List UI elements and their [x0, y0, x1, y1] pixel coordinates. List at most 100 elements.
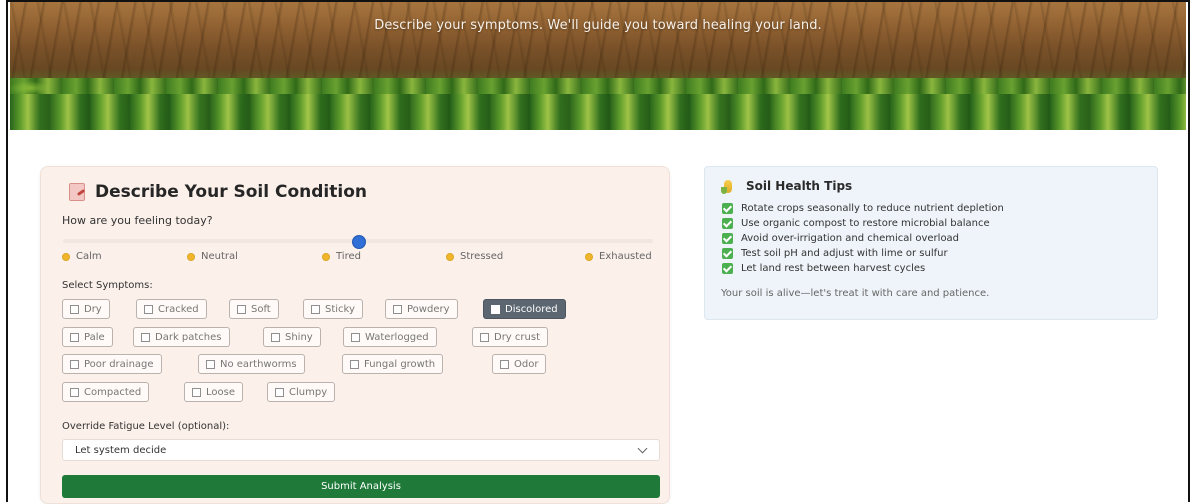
check-icon — [722, 233, 733, 244]
tip-item: Test soil pH and adjust with lime or sul… — [722, 248, 948, 259]
symptom-chip-waterlogged[interactable]: Waterlogged — [343, 327, 437, 347]
symptom-chip-cracked[interactable]: Cracked — [136, 299, 207, 319]
checkbox-icon — [70, 387, 79, 397]
symptom-chip-pale[interactable]: Pale — [62, 327, 113, 347]
chip-label: Pale — [84, 331, 105, 343]
symptom-chip-no-earthworms[interactable]: No earthworms — [198, 354, 305, 374]
mood-neutral: Neutral — [187, 251, 238, 262]
chip-label: Dry crust — [494, 331, 540, 343]
mood-label: Calm — [76, 251, 102, 262]
symptom-chip-clumpy[interactable]: Clumpy — [267, 382, 336, 402]
chip-label: Poor drainage — [84, 358, 154, 370]
checkbox-icon — [70, 304, 79, 314]
mood-label: Exhausted — [599, 251, 652, 262]
checkbox-icon — [141, 332, 150, 342]
mood-stressed: Stressed — [446, 251, 503, 262]
checkbox-icon — [192, 387, 201, 397]
tip-item: Avoid over-irrigation and chemical overl… — [722, 233, 959, 244]
notepad-icon — [69, 183, 85, 201]
tip-text: Avoid over-irrigation and chemical overl… — [741, 233, 960, 244]
tip-item: Use organic compost to restore microbial… — [722, 218, 990, 229]
symptom-chip-poor-drainage[interactable]: Poor drainage — [62, 354, 162, 374]
mood-label: Stressed — [460, 251, 504, 262]
checkbox-icon — [70, 332, 79, 342]
chip-label: Cracked — [158, 303, 199, 315]
symptom-chip-sticky[interactable]: Sticky — [303, 299, 363, 319]
tip-text: Use organic compost to restore microbial… — [741, 218, 990, 229]
symptom-chip-loose[interactable]: Loose — [184, 382, 243, 402]
checkbox-icon — [311, 304, 320, 314]
chip-label: Discolored — [505, 303, 558, 315]
soil-health-tips-card: Soil Health Tips Rotate crops seasonally… — [704, 166, 1158, 320]
tips-title-text: Soil Health Tips — [746, 179, 853, 193]
chip-label: Dark patches — [155, 331, 222, 343]
crop-foreground-image — [10, 94, 1186, 130]
symptom-chip-dry[interactable]: Dry — [62, 299, 110, 319]
checkbox-icon — [144, 304, 153, 314]
checkbox-icon — [237, 304, 246, 314]
chip-label: Clumpy — [289, 386, 328, 398]
check-icon — [722, 248, 733, 259]
chip-label: Loose — [206, 386, 235, 398]
submit-analysis-button[interactable]: Submit Analysis — [62, 475, 660, 498]
chip-label: Powdery — [407, 303, 450, 315]
check-icon — [722, 203, 733, 214]
symptom-chip-soft[interactable]: Soft — [229, 299, 279, 319]
checkbox-icon — [70, 359, 79, 369]
tips-note: Your soil is alive—let's treat it with c… — [721, 288, 990, 299]
chip-label: Waterlogged — [365, 331, 429, 343]
symptom-chip-dry-crust[interactable]: Dry crust — [472, 327, 548, 347]
tips-title: Soil Health Tips — [721, 179, 853, 194]
corn-icon — [721, 179, 732, 194]
mood-exhausted: Exhausted — [585, 251, 652, 262]
check-icon — [722, 218, 733, 229]
hero-banner: Describe your symptoms. We'll guide you … — [10, 2, 1186, 130]
override-label: Override Fatigue Level (optional): — [62, 421, 230, 432]
select-value: Let system decide — [75, 444, 167, 456]
feeling-slider-thumb[interactable] — [352, 235, 366, 249]
symptom-chip-fungal-growth[interactable]: Fungal growth — [342, 354, 444, 374]
form-title: Describe Your Soil Condition — [69, 182, 367, 202]
checkbox-icon — [350, 359, 359, 369]
tip-text: Let land rest between harvest cycles — [741, 263, 926, 274]
hero-subtitle: Describe your symptoms. We'll guide you … — [374, 18, 822, 33]
chip-label: No earthworms — [220, 358, 297, 370]
tip-item: Let land rest between harvest cycles — [722, 263, 925, 274]
checkbox-icon — [271, 332, 280, 342]
calm-emoji-icon — [62, 252, 70, 261]
checkbox-icon — [480, 332, 489, 342]
mood-calm: Calm — [62, 251, 102, 262]
checkbox-icon — [275, 387, 284, 397]
chip-label: Compacted — [84, 386, 142, 398]
tired-emoji-icon — [322, 252, 330, 261]
checkbox-icon — [500, 359, 509, 369]
symptom-chip-powdery[interactable]: Powdery — [385, 299, 458, 319]
symptom-chip-dark-patches[interactable]: Dark patches — [133, 327, 230, 347]
chip-label: Dry — [84, 303, 102, 315]
checkbox-checked-icon — [491, 304, 500, 314]
checkbox-icon — [393, 304, 402, 314]
symptom-chip-discolored[interactable]: Discolored — [483, 299, 566, 319]
symptom-chip-compacted[interactable]: Compacted — [62, 382, 150, 402]
form-title-text: Describe Your Soil Condition — [95, 182, 367, 202]
stressed-emoji-icon — [446, 252, 454, 261]
chip-label: Fungal growth — [364, 358, 436, 370]
soil-condition-form: Describe Your Soil Condition How are you… — [40, 166, 670, 504]
chip-label: Odor — [514, 358, 539, 370]
frame-left-border — [6, 0, 8, 502]
mood-label: Neutral — [201, 251, 238, 262]
tip-text: Rotate crops seasonally to reduce nutrie… — [741, 203, 1004, 214]
fatigue-override-select[interactable]: Let system decide — [62, 439, 660, 461]
chevron-down-icon — [637, 443, 648, 454]
chip-label: Sticky — [325, 303, 355, 315]
symptom-chip-odor[interactable]: Odor — [492, 354, 547, 374]
exhausted-emoji-icon — [585, 252, 593, 261]
checkbox-icon — [206, 359, 215, 369]
chip-label: Soft — [251, 303, 271, 315]
mood-label: Tired — [336, 251, 361, 262]
neutral-emoji-icon — [187, 252, 195, 261]
symptom-chip-shiny[interactable]: Shiny — [263, 327, 321, 347]
chip-label: Shiny — [285, 331, 313, 343]
mood-tired: Tired — [322, 251, 361, 262]
tip-item: Rotate crops seasonally to reduce nutrie… — [722, 203, 1004, 214]
